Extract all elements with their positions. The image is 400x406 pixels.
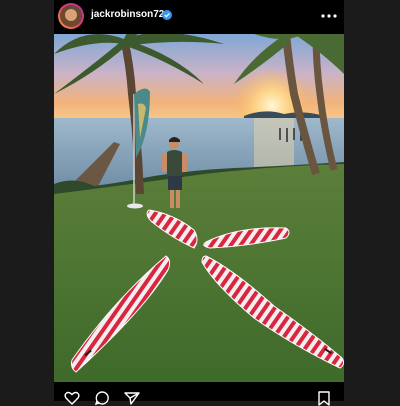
paper-plane-icon[interactable] (124, 390, 140, 406)
post-photo[interactable] (54, 34, 344, 382)
left-margin (0, 0, 54, 401)
avatar-image (60, 5, 82, 27)
heart-icon[interactable] (64, 390, 80, 406)
bookmark-icon[interactable] (316, 390, 332, 406)
avatar[interactable] (58, 3, 84, 29)
verified-badge-icon (162, 10, 172, 20)
instagram-post: jackrobinson72 (54, 0, 344, 406)
username[interactable]: jackrobinson72 (91, 9, 164, 20)
more-options-icon[interactable] (320, 8, 338, 24)
right-margin (344, 0, 400, 401)
post-actions (54, 382, 344, 406)
post-header: jackrobinson72 (54, 0, 344, 34)
comment-icon[interactable] (94, 390, 110, 406)
